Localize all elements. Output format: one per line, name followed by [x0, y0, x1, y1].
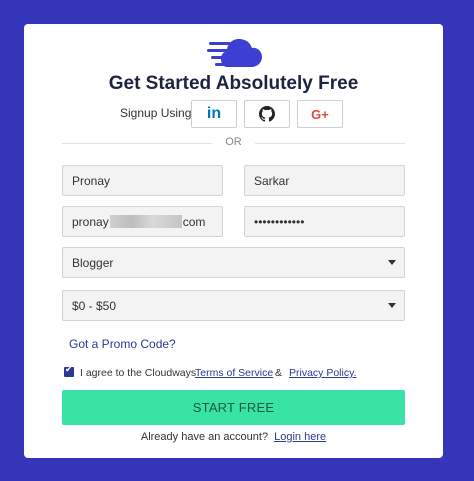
first-name-input[interactable]: Pronay [62, 165, 223, 196]
check-icon: ✔ [65, 364, 73, 374]
start-free-button[interactable]: START FREE [62, 390, 405, 425]
password-input[interactable]: •••••••••••• [244, 206, 405, 237]
cloudways-logo-icon [207, 39, 262, 67]
first-name-value: Pronay [72, 173, 111, 188]
signup-using-label: Signup Using [120, 106, 192, 120]
terms-agreement-row: ✔ I agree to the Cloudways Terms of Serv… [64, 364, 424, 380]
last-name-value: Sarkar [254, 173, 290, 188]
ampersand-text: & [275, 367, 283, 379]
redacted-email-blur [109, 215, 182, 228]
login-prompt-row: Already have an account? Login here [24, 431, 443, 443]
linkedin-button[interactable]: in [191, 100, 237, 128]
caret-down-icon [388, 260, 396, 265]
github-button[interactable] [244, 100, 290, 128]
caret-down-icon [388, 303, 396, 308]
privacy-policy-link[interactable]: Privacy Policy. [289, 367, 357, 379]
budget-select[interactable]: $0 - $50 [62, 290, 405, 321]
role-select[interactable]: Blogger [62, 247, 405, 278]
terms-of-service-link[interactable]: Terms of Service [195, 367, 273, 379]
signup-card: Get Started Absolutely Free Signup Using… [24, 24, 443, 458]
social-signup-row: Signup Using in G+ [24, 100, 443, 128]
or-label: OR [225, 136, 242, 148]
budget-selected-value: $0 - $50 [72, 298, 117, 313]
page-title: Get Started Absolutely Free [108, 73, 359, 94]
last-name-input[interactable]: Sarkar [244, 165, 405, 196]
login-prompt-text: Already have an account? [140, 431, 269, 443]
or-divider: OR [62, 136, 405, 150]
password-value: •••••••••••• [254, 214, 305, 229]
agree-checkbox[interactable]: ✔ [64, 364, 74, 377]
promo-code-link[interactable]: Got a Promo Code? [69, 337, 176, 351]
email-value-start: pronay [72, 214, 109, 229]
email-input[interactable]: pronay com [62, 206, 223, 237]
divider-line-right [255, 143, 405, 144]
role-selected-value: Blogger [72, 255, 114, 270]
google-plus-icon: G+ [311, 106, 329, 122]
linkedin-icon: in [206, 105, 222, 122]
email-value-end: com [182, 214, 206, 229]
login-link[interactable]: Login here [274, 431, 326, 443]
agreement-text: I agree to the Cloudways [80, 367, 197, 379]
github-icon [259, 106, 275, 122]
google-plus-button[interactable]: G+ [297, 100, 343, 128]
